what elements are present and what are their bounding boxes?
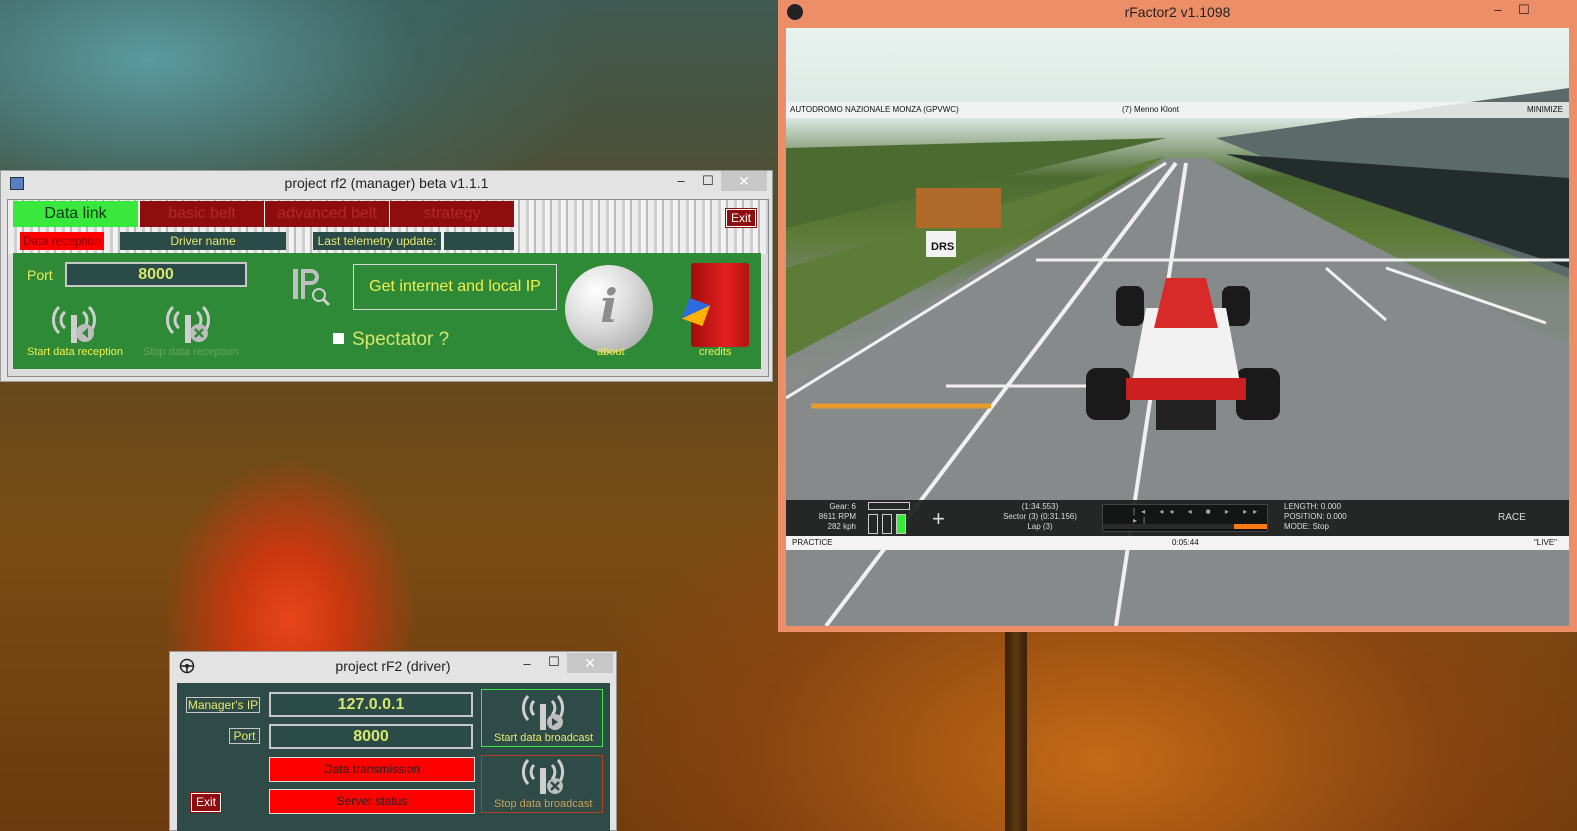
speed-readout: 282 kph [827,522,856,531]
port-input[interactable]: 8000 [65,262,247,287]
maximize-button[interactable]: ☐ [542,654,566,670]
info-icon: i [600,279,618,333]
managers-ip-label: Manager's IP [186,697,260,713]
tulip-stem [1005,630,1027,831]
last-update-label: Last telemetry update: [313,232,441,250]
close-button[interactable]: ✕ [567,653,613,673]
manager-title: project rf2 (manager) beta v1.1.1 [284,175,489,191]
credits-button[interactable] [681,259,755,351]
minimize-button[interactable]: – [1486,2,1510,17]
exit-button[interactable]: Exit [726,209,756,227]
driver-panel: Manager's IP 127.0.0.1 Port 8000 Data tr… [177,683,610,831]
rpm-readout: 8611 RPM [818,512,856,521]
start-broadcast-button[interactable]: Start data broadcast [481,689,603,747]
ip-lookup-icon[interactable] [291,265,333,307]
tab-advanced-belt[interactable]: advanced belt [265,201,389,227]
start-reception-caption: Start data reception [27,346,124,358]
maximize-button[interactable]: ☐ [1512,2,1536,18]
spectator-checkbox[interactable]: Spectator ? [333,329,449,351]
session-clock: 0:05:44 [1172,538,1199,547]
driver-name-label: Driver name [120,232,286,250]
lap-count: Lap (3) [1027,522,1053,531]
rfactor-window: rFactor2 v1.1098 – ☐ DRS AUTODROMO NAZIO… [778,0,1577,632]
stop-broadcast-button[interactable]: Stop data broadcast [481,755,603,813]
live-indicator: "LIVE" [1533,538,1557,547]
hud-minimize[interactable]: MINIMIZE [1527,102,1563,118]
race-button[interactable]: RACE [1498,512,1526,523]
last-update-value [444,232,514,250]
session-name: PRACTICE [792,538,833,547]
mode-readout: MODE: Stop [1284,522,1329,531]
start-broadcast-caption: Start data broadcast [494,732,594,744]
server-status-indicator: Server status [269,789,475,814]
broadcast-stop-icon [521,759,565,794]
checkbox-icon[interactable] [333,333,344,344]
driver-titlebar: project rF2 (driver) – ☐ ✕ [170,652,616,678]
hud-telemetry-bar: Gear: 6 8611 RPM 282 kph + (1:34.553) Se… [786,500,1569,536]
broadcast-start-icon [521,695,565,730]
data-transmission-indicator: Data transmission [269,757,475,782]
drs-sign: DRS [931,241,954,253]
data-link-panel: Port 8000 Get internet and local IP Spec… [13,253,761,369]
track-name: AUTODROMO NAZIONALE MONZA (GPVWC) [790,105,959,114]
driver-window: project rF2 (driver) – ☐ ✕ Manager's IP … [169,651,617,831]
close-button[interactable]: ✕ [721,171,767,191]
minimize-button[interactable]: – [515,656,539,671]
spectator-label: Spectator ? [352,329,450,350]
game-viewport[interactable]: DRS AUTODROMO NAZIONALE MONZA (GPVWC) (7… [786,28,1569,626]
minimize-button[interactable]: – [669,173,693,188]
gear-readout: Gear: 6 [829,502,856,511]
port-input[interactable]: 8000 [269,724,473,749]
get-ip-button[interactable]: Get internet and local IP [353,264,557,310]
hud-session-strip: PRACTICE 0:05:44 "LIVE" [786,536,1569,550]
driver-name: (7) Menno Klont [1122,105,1179,114]
pedal-gauges [868,502,910,534]
data-reception-indicator: Data reception [20,232,104,250]
tab-data-link[interactable]: Data link [13,201,138,227]
about-button[interactable]: i [565,265,653,353]
managers-ip-input[interactable]: 127.0.0.1 [269,692,473,717]
replay-controls[interactable]: |◂ ◂◂ ◂ ■ ▸ ▸▸ ▸| [1102,504,1268,532]
tab-basic-belt[interactable]: basic belt [140,201,264,227]
lap-time: (1:34.553) [1021,502,1059,511]
exit-button[interactable]: Exit [191,793,221,812]
port-label: Port [229,728,260,744]
position-readout: POSITION: 0.000 [1284,512,1347,521]
sector-time: Sector (3) (0:31.156) [1003,512,1077,521]
tab-strategy[interactable]: strategy [390,201,514,227]
manager-window: project rf2 (manager) beta v1.1.1 – ☐ ✕ … [0,170,773,382]
manager-titlebar: project rf2 (manager) beta v1.1.1 – ☐ ✕ [1,171,772,197]
port-label: Port [27,267,53,283]
stop-broadcast-caption: Stop data broadcast [494,798,593,810]
rfactor-title: rFactor2 v1.1098 [1124,4,1231,20]
hud-top-bar: AUTODROMO NAZIONALE MONZA (GPVWC) (7) Me… [786,102,1569,118]
replay-progress[interactable] [1103,524,1267,529]
length-readout: LENGTH: 0.000 [1284,502,1341,511]
stop-reception-caption: Stop data reception [143,346,239,358]
stop-reception-icon[interactable] [163,299,213,345]
start-reception-icon[interactable] [49,299,99,345]
manager-panel: Data link basic belt advanced belt strat… [7,199,769,377]
about-caption: about [597,346,625,358]
rfactor-titlebar: rFactor2 v1.1098 – ☐ [778,0,1577,26]
maximize-button[interactable]: ☐ [696,173,720,189]
crosshair-icon: + [932,506,945,531]
credits-caption: credits [699,346,732,358]
